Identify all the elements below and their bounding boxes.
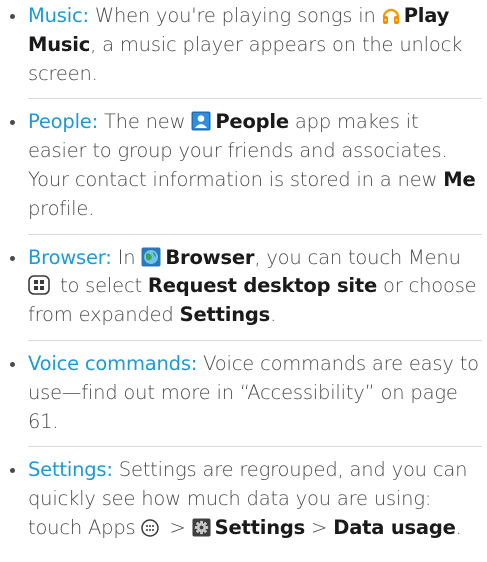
divider [28,98,482,100]
item-heading-voice-commands: Voice commands: [28,351,198,375]
list-item-people: People: The new People app makes it easi… [8,108,482,223]
headphones-icon [382,6,400,25]
list-item-music: Music: When you're playing songs in Play… [8,2,482,88]
divider [28,233,482,235]
divider [28,339,482,341]
list-item-browser: Browser: In Browser, you can touch Menu … [8,244,482,330]
people-app-icon [191,111,211,131]
me-label: Me [443,167,476,191]
list-item-voice-commands: Voice commands: Voice commands are easy … [8,350,482,436]
settings-app-label: Settings [214,515,306,539]
item-heading-music: Music: [28,4,89,27]
item-heading-people: People: [28,110,98,134]
list-item-settings: Settings: Settings are regrouped, and yo… [8,456,482,542]
browser-globe-icon [141,247,161,267]
apps-grid-icon [141,519,160,537]
browser-label: Browser [165,245,255,269]
people-label: People [215,110,289,134]
request-desktop-site-label: Request desktop site [147,274,378,298]
item-heading-settings: Settings: [28,458,113,482]
data-usage-label: Data usage [333,515,456,539]
feature-list: Music: When you're playing songs in Play… [8,2,482,553]
item-heading-browser: Browser: [28,245,112,269]
divider [28,446,482,448]
menu-key-icon [28,275,50,296]
settings-label: Settings [179,303,271,327]
gear-icon [192,518,211,537]
